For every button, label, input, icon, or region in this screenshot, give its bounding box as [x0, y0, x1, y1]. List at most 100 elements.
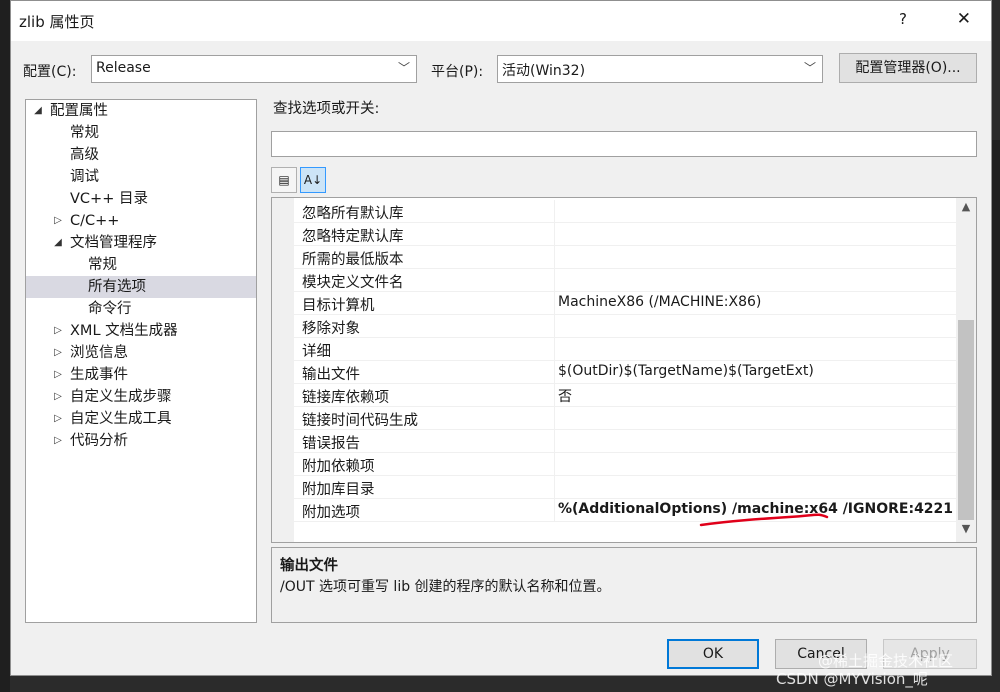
property-name: 详细	[302, 344, 331, 360]
property-name: 所需的最低版本	[302, 252, 404, 268]
table-row[interactable]: 附加选项 %(AdditionalOptions) /machine:x64 /…	[294, 499, 956, 522]
tree-item-librarian[interactable]: ◢ 文档管理程序	[26, 232, 256, 254]
column-divider	[554, 269, 555, 291]
table-row[interactable]: 模块定义文件名	[294, 269, 956, 292]
tree-item-label: 高级	[70, 147, 99, 163]
categorized-icon[interactable]: ▤	[271, 167, 297, 193]
table-row[interactable]: 附加库目录	[294, 476, 956, 499]
tree-item-label: 配置属性	[50, 103, 108, 119]
grid-scrollbar[interactable]: ▲ ▼	[956, 198, 976, 542]
background-ide-left	[0, 0, 10, 692]
description-title: 输出文件	[280, 558, 338, 574]
chevron-down-icon: ﹀	[397, 61, 410, 75]
property-grid: 忽略所有默认库 忽略特定默认库 所需的最低版本 模块定义文件名 目标计算机 Ma…	[271, 197, 977, 543]
property-value[interactable]: 否	[558, 386, 572, 406]
tree-item-browse-info[interactable]: ▷ 浏览信息	[26, 342, 256, 364]
column-divider	[554, 200, 555, 222]
property-name: 附加依赖项	[302, 459, 375, 475]
column-divider	[554, 476, 555, 498]
column-divider	[554, 499, 555, 521]
red-underline-annotation	[699, 513, 829, 527]
tree-item-label: 常规	[70, 125, 99, 141]
tree-item-xml-doc[interactable]: ▷ XML 文档生成器	[26, 320, 256, 342]
table-row[interactable]: 错误报告	[294, 430, 956, 453]
tree-item-label: 所有选项	[88, 279, 146, 295]
tree-item-custom-build-step[interactable]: ▷ 自定义生成步骤	[26, 386, 256, 408]
scroll-down-icon[interactable]: ▼	[956, 522, 976, 540]
expand-icon[interactable]: ▷	[52, 210, 64, 232]
column-divider	[554, 453, 555, 475]
tree-item-librarian-general[interactable]: 常规	[26, 254, 256, 276]
expand-icon[interactable]: ▷	[52, 320, 64, 342]
description-text: /OUT 选项可重写 lib 创建的程序的默认名称和位置。	[280, 579, 611, 595]
property-name: 链接时间代码生成	[302, 413, 418, 429]
table-row[interactable]: 详细	[294, 338, 956, 361]
expand-icon[interactable]: ▷	[52, 386, 64, 408]
property-name: 附加库目录	[302, 482, 375, 498]
description-panel: 输出文件 /OUT 选项可重写 lib 创建的程序的默认名称和位置。	[271, 547, 977, 623]
tree-item-config-properties[interactable]: ◢ 配置属性	[26, 100, 256, 122]
title-bar: zlib 属性页 ? ✕	[11, 1, 991, 41]
table-row[interactable]: 忽略特定默认库	[294, 223, 956, 246]
search-label: 查找选项或开关:	[273, 101, 380, 117]
tree-item-cpp[interactable]: ▷ C/C++	[26, 210, 256, 232]
table-row[interactable]: 忽略所有默认库	[294, 200, 956, 223]
property-name: 链接库依赖项	[302, 390, 389, 406]
table-row[interactable]: 附加依赖项	[294, 453, 956, 476]
column-divider	[554, 430, 555, 452]
close-icon[interactable]: ✕	[957, 9, 971, 29]
grid-margin	[272, 198, 294, 542]
scroll-thumb[interactable]	[958, 320, 974, 520]
column-divider	[554, 384, 555, 406]
table-row[interactable]: 所需的最低版本	[294, 246, 956, 269]
background-ide-right	[992, 140, 1000, 500]
tree-item-all-options[interactable]: 所有选项	[26, 276, 256, 298]
tree-item-debugging[interactable]: 调试	[26, 166, 256, 188]
expand-icon[interactable]: ▷	[52, 342, 64, 364]
search-input[interactable]	[271, 131, 977, 157]
property-pages-dialog: zlib 属性页 ? ✕ 配置(C): Release ﹀ 平台(P): 活动(…	[10, 0, 992, 676]
window-title: zlib 属性页	[19, 13, 95, 31]
tree-item-advanced[interactable]: 高级	[26, 144, 256, 166]
tree-item-command-line[interactable]: 命令行	[26, 298, 256, 320]
property-value[interactable]: $(OutDir)$(TargetName)$(TargetExt)	[558, 363, 814, 379]
tree-item-vc-directories[interactable]: VC++ 目录	[26, 188, 256, 210]
ok-button[interactable]: OK	[667, 639, 759, 669]
tree-item-build-events[interactable]: ▷ 生成事件	[26, 364, 256, 386]
column-divider	[554, 315, 555, 337]
expand-icon[interactable]: ▷	[52, 430, 64, 452]
watermark-csdn: CSDN @MYVision_呢	[776, 670, 928, 688]
tree-item-custom-build-tool[interactable]: ▷ 自定义生成工具	[26, 408, 256, 430]
collapse-icon[interactable]: ◢	[52, 232, 64, 254]
table-row[interactable]: 链接库依赖项 否	[294, 384, 956, 407]
column-divider	[554, 361, 555, 383]
scroll-up-icon[interactable]: ▲	[956, 200, 976, 218]
tree-item-label: 调试	[70, 169, 99, 185]
property-name: 附加选项	[302, 505, 360, 521]
table-row[interactable]: 目标计算机 MachineX86 (/MACHINE:X86)	[294, 292, 956, 315]
tree-item-general[interactable]: 常规	[26, 122, 256, 144]
expand-icon[interactable]: ▷	[52, 408, 64, 430]
property-name: 错误报告	[302, 436, 360, 452]
column-divider	[554, 292, 555, 314]
table-row[interactable]: 移除对象	[294, 315, 956, 338]
property-tree: ◢ 配置属性 常规 高级 调试 VC++ 目录 ▷ C/C++ ◢ 文档管理程序…	[25, 99, 257, 623]
table-row[interactable]: 输出文件 $(OutDir)$(TargetName)$(TargetExt)	[294, 361, 956, 384]
column-divider	[554, 223, 555, 245]
tree-item-label: 文档管理程序	[70, 235, 157, 251]
column-divider	[554, 246, 555, 268]
config-select-value: Release	[96, 60, 151, 76]
config-select[interactable]: Release ﹀	[91, 55, 417, 83]
tree-item-label: 常规	[88, 257, 117, 273]
sort-alphabetical-icon[interactable]: A↓	[300, 167, 326, 193]
property-name: 目标计算机	[302, 298, 375, 314]
tree-item-code-analysis[interactable]: ▷ 代码分析	[26, 430, 256, 452]
help-icon[interactable]: ?	[899, 10, 907, 28]
tree-item-label: VC++ 目录	[70, 191, 148, 207]
table-row[interactable]: 链接时间代码生成	[294, 407, 956, 430]
collapse-icon[interactable]: ◢	[32, 100, 44, 122]
config-manager-button[interactable]: 配置管理器(O)...	[839, 53, 977, 83]
platform-select[interactable]: 活动(Win32) ﹀	[497, 55, 823, 83]
property-value[interactable]: MachineX86 (/MACHINE:X86)	[558, 294, 761, 310]
expand-icon[interactable]: ▷	[52, 364, 64, 386]
